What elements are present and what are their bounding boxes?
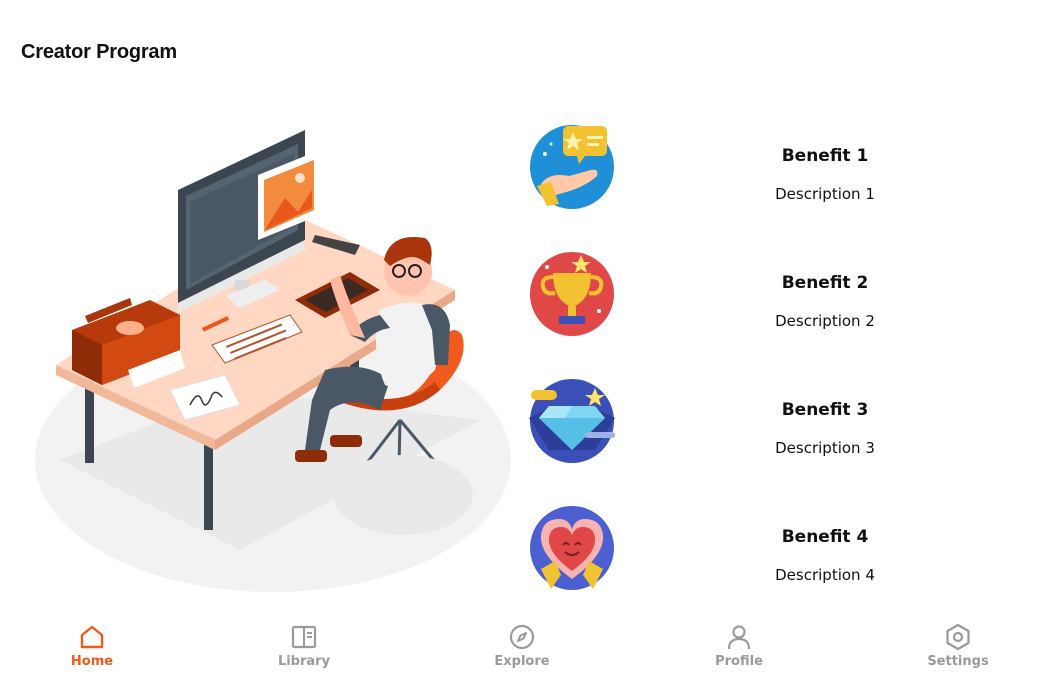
nav-label: Settings	[927, 654, 989, 669]
nav-label: Home	[70, 654, 114, 669]
benefit-item: Benefit 2 Description 2	[529, 251, 1029, 341]
hand-stars-icon	[530, 125, 614, 209]
benefit-item: Benefit 1 Description 1	[529, 124, 1029, 214]
nav-item-library[interactable]: Library	[244, 616, 364, 676]
benefit-item: Benefit 3 Description 3	[529, 378, 1029, 468]
nav-label: Explore	[494, 654, 550, 669]
home-icon	[80, 625, 104, 649]
benefit-description: Description 2	[775, 312, 875, 330]
nav-item-settings[interactable]: Settings	[898, 616, 1018, 676]
compass-icon	[509, 624, 535, 650]
benefit-title: Benefit 1	[781, 146, 869, 166]
nav-label: Profile	[715, 654, 763, 669]
nav-label: Library	[277, 654, 331, 669]
trophy-icon	[530, 252, 614, 336]
settings-icon	[946, 623, 970, 651]
diamond-icon	[529, 379, 615, 463]
benefit-title: Benefit 2	[781, 273, 869, 293]
nav-item-home[interactable]: Home	[32, 616, 152, 676]
creator-desk-illustration	[35, 130, 511, 592]
nav-item-explore[interactable]: Explore	[462, 616, 582, 676]
benefit-item: Benefit 4 Description 4	[529, 505, 1029, 595]
profile-icon	[727, 625, 751, 650]
heart-icon	[530, 506, 614, 590]
library-icon	[291, 625, 317, 649]
benefit-description: Description 1	[775, 185, 875, 203]
bottom-navigation: Home Library Explore Profile Settings	[0, 616, 1060, 682]
page-title: Creator Program	[21, 41, 177, 63]
benefit-description: Description 3	[775, 439, 875, 457]
benefit-title: Benefit 3	[781, 400, 869, 420]
benefit-title: Benefit 4	[781, 527, 869, 547]
benefit-description: Description 4	[775, 566, 875, 584]
nav-item-profile[interactable]: Profile	[679, 616, 799, 676]
